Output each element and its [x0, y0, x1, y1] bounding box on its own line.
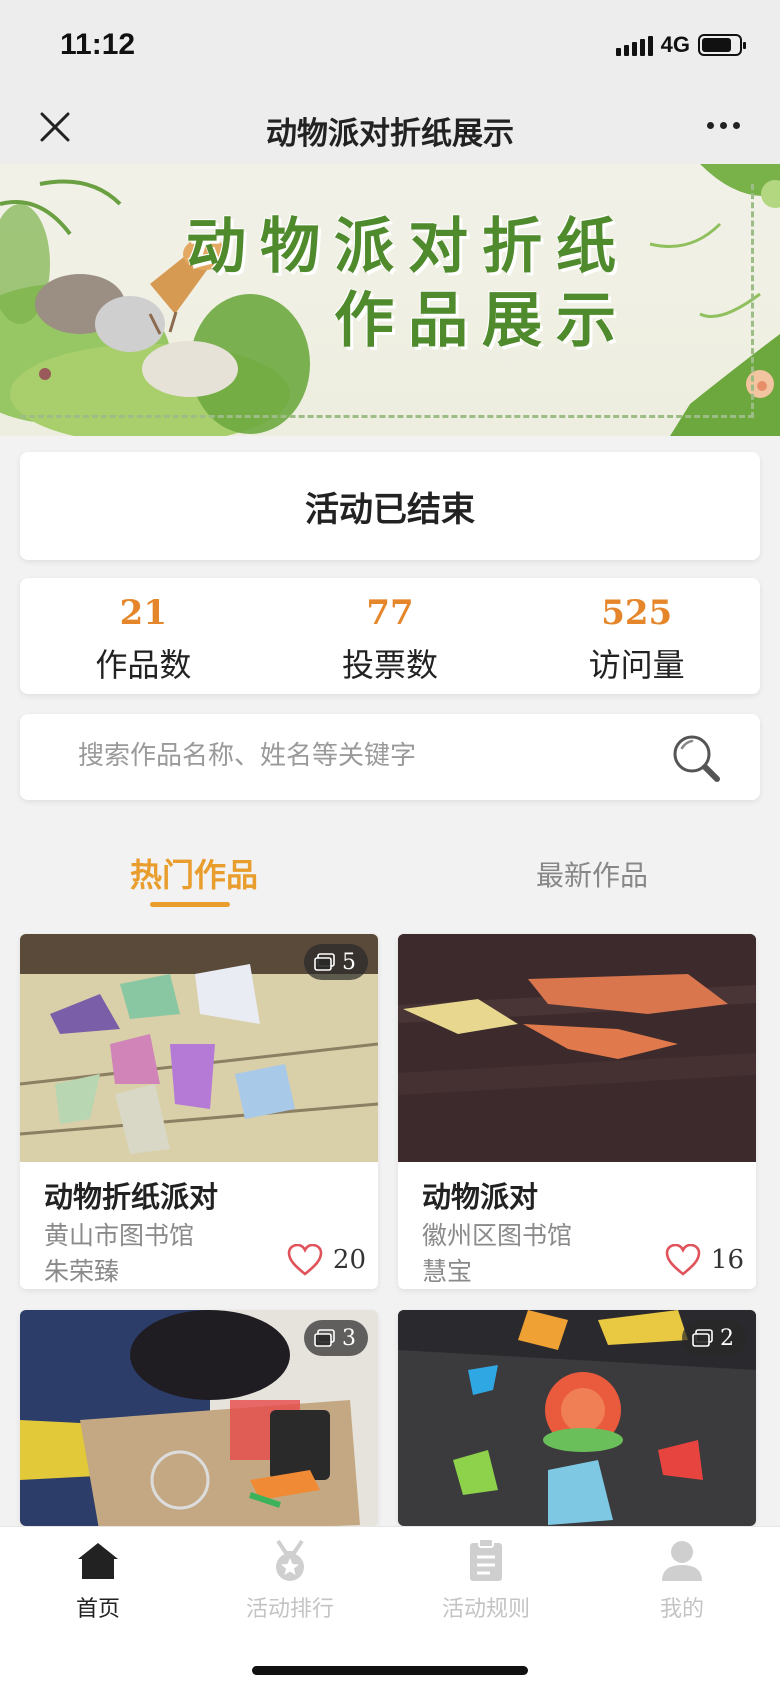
stat-label: 作品数: [95, 646, 192, 684]
more-icon[interactable]: [707, 122, 740, 129]
tab-latest-works[interactable]: 最新作品: [536, 854, 648, 894]
signal-icon: [615, 34, 653, 56]
banner: 动物派对折纸 作品展示: [0, 164, 780, 436]
search-bar: [20, 714, 760, 800]
stat-works: 21 作品数: [20, 578, 267, 694]
gallery-icon: [314, 953, 335, 971]
tab-mine[interactable]: 我的: [602, 1537, 762, 1623]
work-author: 慧宝: [422, 1257, 473, 1286]
stat-value: 77: [366, 593, 414, 633]
image-count-badge: 3: [304, 1320, 368, 1356]
work-image: [398, 934, 756, 1162]
work-author: 朱荣臻: [44, 1257, 120, 1286]
tab-hot-works[interactable]: 热门作品: [130, 850, 258, 896]
user-icon: [662, 1541, 702, 1581]
stat-value: 21: [119, 593, 167, 633]
status-bar: 11:12 4G: [0, 0, 780, 96]
stat-value: 525: [601, 593, 673, 633]
heart-icon: [287, 1244, 323, 1276]
home-indicator: [252, 1666, 528, 1675]
work-card[interactable]: 2: [398, 1310, 756, 1526]
tab-activity-ranking[interactable]: 活动排行: [210, 1537, 370, 1623]
like-count: 16: [710, 1245, 744, 1275]
stat-label: 访问量: [588, 646, 685, 684]
search-input[interactable]: [78, 734, 638, 778]
nav-bar: 动物派对折纸展示: [0, 96, 780, 164]
home-icon: [78, 1543, 118, 1579]
works-tabs: 热门作品 最新作品: [0, 840, 780, 910]
image-count-badge: 2: [682, 1320, 746, 1356]
image-count-badge: 5: [304, 944, 368, 980]
stat-label: 投票数: [342, 646, 439, 684]
activity-status-card: 活动已结束: [20, 452, 760, 560]
tab-activity-rules[interactable]: 活动规则: [406, 1537, 566, 1623]
heart-icon: [665, 1244, 701, 1276]
work-card[interactable]: 动物派对 徽州区图书馆 慧宝 16: [398, 934, 756, 1289]
work-card[interactable]: 5 动物折纸派对 黄山市图书馆 朱荣臻 20: [20, 934, 378, 1289]
stat-votes: 77 投票数: [267, 578, 514, 694]
stats-card: 21 作品数 77 投票数 525 访问量: [20, 578, 760, 694]
clipboard-icon: [470, 1538, 502, 1581]
like-button[interactable]: 16: [665, 1244, 744, 1276]
tab-active-indicator: [150, 902, 230, 907]
status-indicators: 4G: [615, 32, 746, 58]
work-title: 动物派对: [422, 1180, 539, 1214]
gallery-icon: [314, 1329, 335, 1347]
like-button[interactable]: 20: [287, 1244, 366, 1276]
stat-visits: 525 访问量: [513, 578, 760, 694]
banner-title: 动物派对折纸 作品展示: [186, 212, 630, 356]
page-title: 动物派对折纸展示: [266, 116, 514, 152]
activity-status: 活动已结束: [305, 489, 475, 530]
like-count: 20: [332, 1245, 366, 1275]
status-time: 11:12: [60, 28, 136, 61]
work-organization: 黄山市图书馆: [44, 1221, 195, 1250]
search-icon[interactable]: [670, 732, 722, 784]
tab-home[interactable]: 首页: [18, 1537, 178, 1623]
work-title: 动物折纸派对: [44, 1180, 219, 1214]
gallery-icon: [692, 1329, 713, 1347]
medal-icon: [276, 1539, 304, 1581]
work-organization: 徽州区图书馆: [422, 1221, 573, 1250]
battery-icon: [698, 34, 746, 56]
network-label: 4G: [660, 32, 690, 57]
work-card[interactable]: 3: [20, 1310, 378, 1526]
